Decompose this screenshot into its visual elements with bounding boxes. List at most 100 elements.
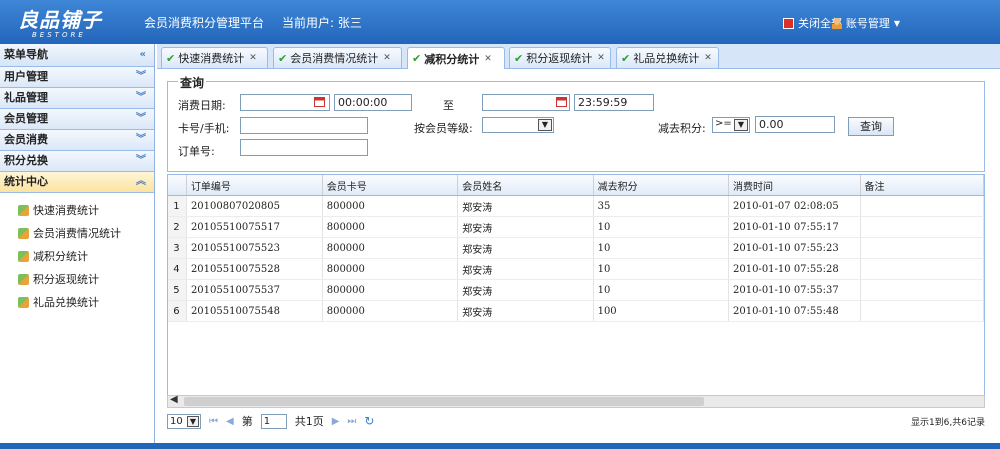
nav-submenu: 快速消费统计 会员消费情况统计 减积分统计 积分返现统计 礼品兑换统计	[0, 193, 154, 314]
main-panel: ✔ 快速消费统计 ✕ ✔ 会员消费情况统计 ✕ ✔ 减积分统计 ✕ ✔ 积分返现…	[157, 44, 1000, 443]
nav-item-points-cashback[interactable]: 积分返现统计	[0, 268, 154, 291]
report-icon	[18, 251, 29, 262]
col-header-member-name[interactable]: 会员姓名	[457, 175, 594, 196]
tab-points-cashback[interactable]: ✔ 积分返现统计 ✕	[509, 47, 611, 68]
last-page-icon[interactable]: ⏭	[347, 416, 356, 427]
card-no-cell: 800000	[322, 258, 459, 280]
calendar-icon[interactable]	[556, 97, 567, 107]
caret-down-icon: ▼	[893, 18, 900, 28]
member-level-select[interactable]: ▼	[482, 117, 554, 133]
calendar-icon[interactable]	[314, 97, 325, 107]
card-label: 卡号/手机:	[178, 122, 230, 135]
scrollbar-thumb[interactable]	[184, 397, 704, 406]
tab-quick-consumption[interactable]: ✔ 快速消费统计 ✕	[161, 47, 268, 68]
pagination-bar: 10 ▼ ⏮ ◀ 第 1 共1页 ▶ ⏭ ↻ 显示1到6,共6记录	[167, 410, 985, 432]
page-number-input[interactable]: 1	[260, 413, 287, 429]
close-tab-icon[interactable]: ✕	[249, 53, 257, 63]
query-legend: 查询	[178, 74, 207, 91]
prev-page-icon[interactable]: ◀	[226, 416, 234, 427]
nav-group-statistics[interactable]: 统计中心 ︽	[0, 172, 154, 193]
nav-item-quick-consumption[interactable]: 快速消费统计	[0, 199, 154, 222]
nav-group-points-exchange[interactable]: 积分兑换 ︾	[0, 151, 154, 172]
end-time-input[interactable]: 23:59:59	[574, 94, 654, 111]
report-icon	[18, 205, 29, 216]
check-icon: ✔	[412, 52, 422, 65]
sidebar-header: 菜单导航 «	[0, 44, 154, 67]
nav-item-points-deduction[interactable]: 减积分统计	[0, 245, 154, 268]
tab-points-deduction[interactable]: ✔ 减积分统计 ✕	[407, 47, 505, 69]
tab-member-consumption[interactable]: ✔ 会员消费情况统计 ✕	[273, 47, 402, 68]
order-no-cell: 20105510075537	[186, 279, 323, 301]
table-row[interactable]: 6 20105510075548 800000 郑安涛 100 2010-01-10 07…	[168, 300, 984, 322]
nav-item-label: 减积分统计	[33, 250, 88, 263]
horizontal-scrollbar[interactable]: ◀	[167, 394, 985, 408]
tab-label: 会员消费情况统计	[290, 52, 379, 65]
page-size-value: 10	[170, 415, 183, 427]
member-name-cell: 郑安涛	[457, 258, 594, 280]
order-no-cell: 20105510075528	[186, 258, 323, 280]
table-row[interactable]: 1 20100807020805 800000 郑安涛 35 2010-01-07 02:…	[168, 195, 984, 217]
table-row[interactable]: 2 20105510075517 800000 郑安涛 10 2010-01-10 07:…	[168, 216, 984, 238]
nav-group-label: 会员管理	[4, 112, 48, 125]
col-header-remark[interactable]: 备注	[860, 175, 984, 196]
order-number-input[interactable]	[240, 139, 368, 156]
date-label: 消费日期:	[178, 99, 226, 112]
remark-cell	[860, 300, 984, 322]
nav-group-member-consumption[interactable]: 会员消费 ︾	[0, 130, 154, 151]
nav-group-gift-management[interactable]: 礼品管理 ︾	[0, 88, 154, 109]
member-name-cell: 郑安涛	[457, 300, 594, 322]
to-label: 至	[443, 99, 454, 112]
close-tab-icon[interactable]: ✕	[704, 53, 712, 63]
collapse-sidebar-icon[interactable]: «	[140, 44, 146, 66]
nav-group-user-management[interactable]: 用户管理 ︾	[0, 67, 154, 88]
sidebar-title: 菜单导航	[4, 48, 48, 61]
next-page-icon[interactable]: ▶	[332, 416, 340, 427]
nav-group-label: 会员消费	[4, 133, 48, 146]
table-row[interactable]: 5 20105510075537 800000 郑安涛 10 2010-01-10 07:…	[168, 279, 984, 301]
col-header-points[interactable]: 减去积分	[593, 175, 729, 196]
nav-group-label: 统计中心	[4, 175, 48, 188]
tab-label: 减积分统计	[424, 52, 480, 66]
nav-item-member-consumption[interactable]: 会员消费情况统计	[0, 222, 154, 245]
query-button[interactable]: 查询	[848, 117, 894, 136]
operator-select[interactable]: >= ▼	[712, 117, 750, 133]
points-cell: 100	[593, 300, 729, 322]
tab-bar: ✔ 快速消费统计 ✕ ✔ 会员消费情况统计 ✕ ✔ 减积分统计 ✕ ✔ 积分返现…	[157, 44, 1000, 69]
card-phone-input[interactable]	[240, 117, 368, 134]
expand-icon: ︾	[136, 71, 146, 82]
close-tab-icon[interactable]: ✕	[484, 54, 492, 64]
account-menu-button[interactable]: 账号管理 ▼	[831, 15, 900, 31]
col-header-order-no[interactable]: 订单编号	[186, 175, 323, 196]
first-page-icon[interactable]: ⏮	[209, 416, 218, 427]
page-size-select[interactable]: 10 ▼	[167, 413, 201, 429]
current-user: 当前用户: 张三	[282, 16, 362, 30]
sidebar: 菜单导航 « 用户管理 ︾ 礼品管理 ︾ 会员管理 ︾ 会员消费 ︾ 积分兑换 …	[0, 44, 155, 443]
nav-group-label: 积分兑换	[4, 154, 48, 167]
close-tab-icon[interactable]: ✕	[383, 53, 391, 63]
collapse-icon: ︽	[136, 176, 146, 187]
user-icon	[831, 17, 842, 29]
table-row[interactable]: 4 20105510075528 800000 郑安涛 10 2010-01-10 07:…	[168, 258, 984, 280]
order-no-cell: 20100807020805	[186, 195, 323, 217]
tab-gift-exchange[interactable]: ✔ 礼品兑换统计 ✕	[616, 47, 719, 68]
footer-bar	[0, 443, 1000, 449]
col-header-card-no[interactable]: 会员卡号	[322, 175, 459, 196]
start-time-input[interactable]: 00:00:00	[334, 94, 412, 111]
chevron-down-icon: ▼	[187, 415, 199, 427]
refresh-icon[interactable]: ↻	[364, 414, 374, 428]
points-input[interactable]: 0.00	[755, 116, 835, 133]
expand-icon: ︾	[136, 155, 146, 166]
col-header-time[interactable]: 消费时间	[728, 175, 861, 196]
nav-item-gift-exchange[interactable]: 礼品兑换统计	[0, 291, 154, 314]
scroll-left-icon[interactable]: ◀	[170, 394, 178, 405]
nav-group-member-management[interactable]: 会员管理 ︾	[0, 109, 154, 130]
table-row[interactable]: 3 20105510075523 800000 郑安涛 10 2010-01-10 07:…	[168, 237, 984, 259]
nav-group-label: 礼品管理	[4, 91, 48, 104]
expand-icon: ︾	[136, 92, 146, 103]
remark-cell	[860, 258, 984, 280]
query-panel: 查询 消费日期: 00:00:00 至 23:59:59 卡号/手机: 按会员等…	[167, 74, 985, 172]
operator-value: >=	[715, 118, 732, 129]
time-cell: 2010-01-10 07:55:28	[728, 258, 861, 280]
close-tab-icon[interactable]: ✕	[597, 53, 605, 63]
app-title: 会员消费积分管理平台	[144, 16, 265, 30]
